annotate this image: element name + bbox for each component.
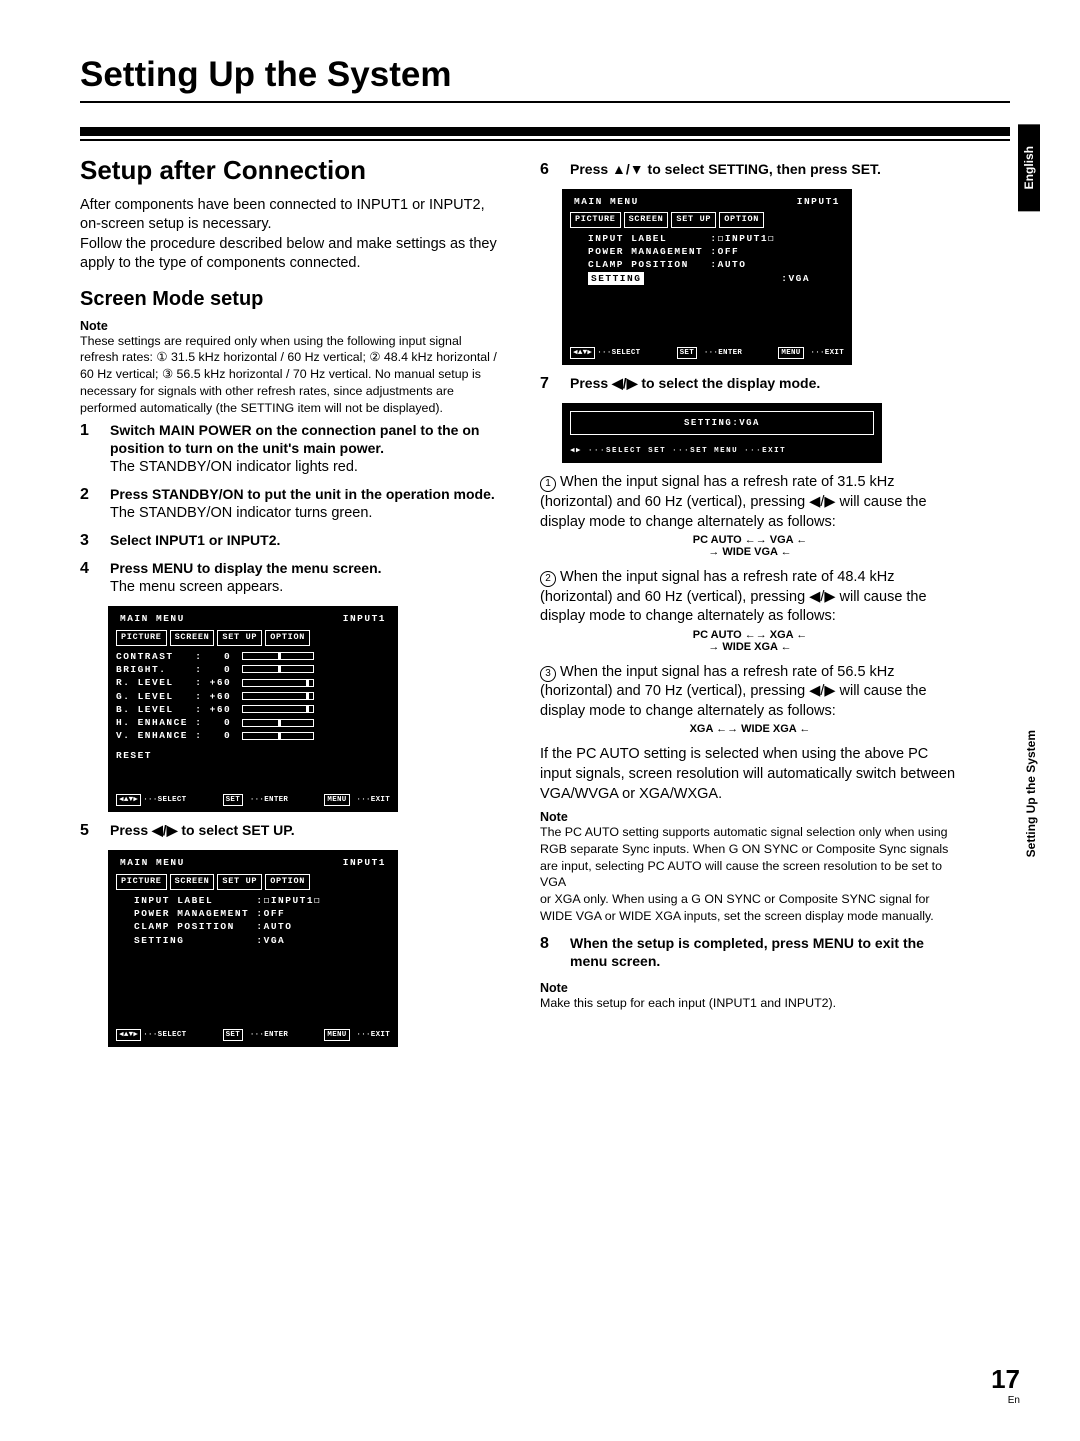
osd-row: CLAMP POSITION :AUTO xyxy=(134,920,390,933)
osd-title-right: INPUT1 xyxy=(343,612,386,625)
osd-reset: RESET xyxy=(116,749,390,762)
side-tab-language: English xyxy=(1018,124,1040,211)
step-number: 3 xyxy=(80,532,100,550)
cycle1-text: 1 When the input signal has a refresh ra… xyxy=(540,473,960,532)
subsection-heading: Screen Mode setup xyxy=(80,288,500,311)
section-heading: Setup after Connection xyxy=(80,155,500,186)
cycle2-text: 2 When the input signal has a refresh ra… xyxy=(540,568,960,627)
rule-thick xyxy=(80,127,1010,136)
osd-row: B. LEVEL : +60 xyxy=(116,703,390,716)
step-number: 2 xyxy=(80,486,100,522)
cycle1-diagram: PC AUTO ←→ VGA ← → WIDE VGA ← xyxy=(540,534,960,558)
osd-row: CLAMP POSITION :AUTO xyxy=(588,258,844,271)
rule-thin xyxy=(80,139,1010,141)
step-body: The menu screen appears. xyxy=(110,579,283,595)
step-bold: Press ◀/▶ to select the display mode. xyxy=(570,375,820,391)
step-number: 1 xyxy=(80,422,100,476)
step-bold: Press ◀/▶ to select SET UP. xyxy=(110,822,295,838)
step-bold: Press MENU to display the menu screen. xyxy=(110,560,382,576)
step-bold: Press STANDBY/ON to put the unit in the … xyxy=(110,486,495,502)
page-title: Setting Up the System xyxy=(80,55,1010,103)
osd-tab: PICTURE xyxy=(116,874,167,890)
note-heading: Note xyxy=(80,319,500,333)
step-number: 6 xyxy=(540,161,560,179)
osd-tab: OPTION xyxy=(719,212,764,228)
osd-setting-small: SETTING:VGA ◀▶ ···SELECT SET ···SET MENU… xyxy=(562,403,882,463)
note-body: Make this setup for each input (INPUT1 a… xyxy=(540,995,960,1012)
osd-row: INPUT LABEL :◻INPUT1◻ xyxy=(134,894,390,907)
osd-row: INPUT LABEL :◻INPUT1◻ xyxy=(588,232,844,245)
note-heading: Note xyxy=(540,981,960,995)
osd-row: SETTING :VGA xyxy=(134,934,390,947)
after-text: If the PC AUTO setting is selected when … xyxy=(540,745,960,804)
osd-row: SETTING :VGA xyxy=(588,272,844,285)
osd-row: POWER MANAGEMENT :OFF xyxy=(134,907,390,920)
osd-row: BRIGHT. : 0 xyxy=(116,663,390,676)
osd-setup-menu: MAIN MENU INPUT1 PICTURESCREENSET UPOPTI… xyxy=(108,850,398,1047)
cycle3-diagram: XGA ←→ WIDE XGA ← xyxy=(540,723,960,735)
step-number: 8 xyxy=(540,935,560,971)
step-body: The STANDBY/ON indicator turns green. xyxy=(110,505,372,521)
note-body: The PC AUTO setting supports automatic s… xyxy=(540,824,960,924)
osd-title-left: MAIN MENU xyxy=(120,612,185,625)
step-number: 4 xyxy=(80,560,100,596)
osd-tab: SCREEN xyxy=(170,630,215,646)
osd-row: POWER MANAGEMENT :OFF xyxy=(588,245,844,258)
osd-tab: PICTURE xyxy=(570,212,621,228)
step-number: 7 xyxy=(540,375,560,393)
step-bold: When the setup is completed, press MENU … xyxy=(570,935,924,969)
step-number: 5 xyxy=(80,822,100,840)
osd-tab: PICTURE xyxy=(116,630,167,646)
note-body: These settings are required only when us… xyxy=(80,333,500,417)
cycle3-text: 3 When the input signal has a refresh ra… xyxy=(540,663,960,722)
osd-row: R. LEVEL : +60 xyxy=(116,676,390,689)
side-tab-section: Setting Up the System xyxy=(1024,730,1038,857)
step-bold: Press ▲/▼ to select SETTING, then press … xyxy=(570,161,881,177)
note-heading: Note xyxy=(540,810,960,824)
osd-tab: OPTION xyxy=(265,630,310,646)
osd-tab: SCREEN xyxy=(170,874,215,890)
step-bold: Select INPUT1 or INPUT2. xyxy=(110,532,280,548)
osd-main-menu: MAIN MENU INPUT1 PICTURESCREENSET UPOPTI… xyxy=(108,606,398,812)
osd-tab: SET UP xyxy=(217,874,262,890)
step-bold: Switch MAIN POWER on the connection pane… xyxy=(110,422,479,456)
osd-setting-highlight: MAIN MENU INPUT1 PICTURESCREENSET UPOPTI… xyxy=(562,189,852,366)
osd-row: G. LEVEL : +60 xyxy=(116,690,390,703)
osd-row: CONTRAST : 0 xyxy=(116,650,390,663)
cycle2-diagram: PC AUTO ←→ XGA ← → WIDE XGA ← xyxy=(540,629,960,653)
osd-row: H. ENHANCE : 0 xyxy=(116,716,390,729)
osd-tab: OPTION xyxy=(265,874,310,890)
osd-tab: SET UP xyxy=(217,630,262,646)
page-number: 17 En xyxy=(991,1364,1020,1406)
intro-text: After components have been connected to … xyxy=(80,196,500,274)
osd-tab: SCREEN xyxy=(624,212,669,228)
osd-row: V. ENHANCE : 0 xyxy=(116,729,390,742)
osd-tab: SET UP xyxy=(671,212,716,228)
step-body: The STANDBY/ON indicator lights red. xyxy=(110,459,358,475)
